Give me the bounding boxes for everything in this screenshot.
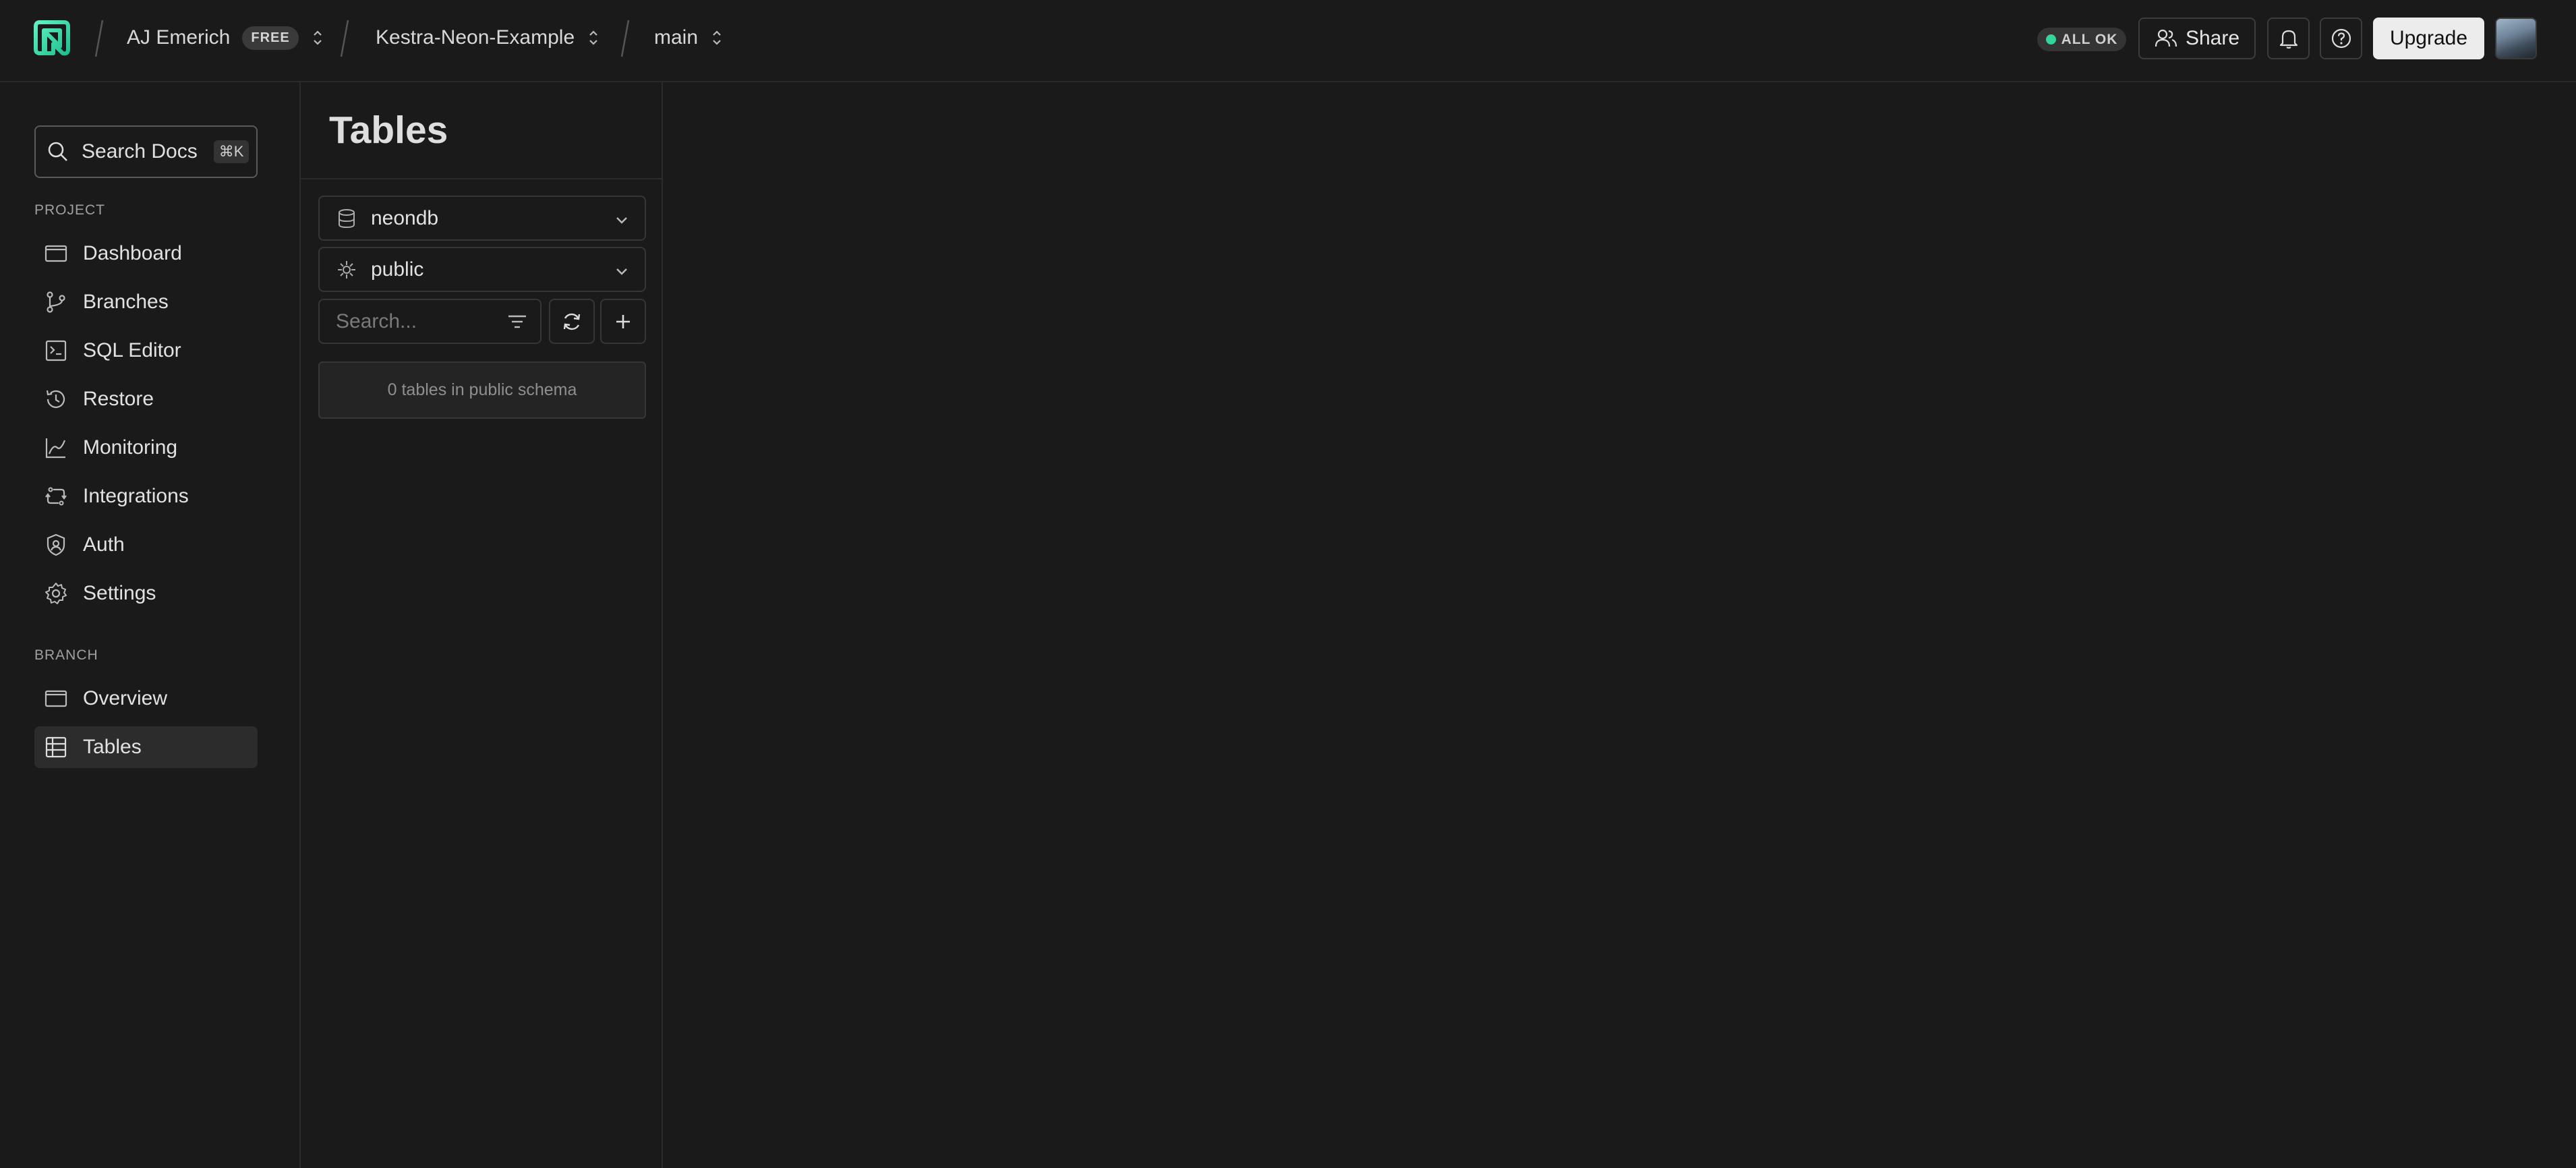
sidebar-item-sql-editor[interactable]: SQL Editor (34, 330, 258, 372)
divider (301, 178, 663, 179)
sidebar-item-label: SQL Editor (83, 339, 181, 361)
chevron-up-down-icon (589, 30, 597, 45)
breadcrumb-separator (340, 20, 349, 57)
branch-switcher[interactable]: main (654, 20, 724, 55)
schema-icon (338, 260, 355, 279)
branches-icon (47, 291, 65, 313)
breadcrumb-separator (620, 20, 630, 57)
tables-icon (45, 736, 67, 758)
status-text: ALL OK (2061, 31, 2118, 47)
org-switcher[interactable]: AJ Emerich FREE (127, 20, 324, 55)
sidebar-item-tables[interactable]: Tables (34, 726, 258, 768)
plan-badge: FREE (242, 26, 299, 50)
schema-value: public (371, 258, 424, 281)
sidebar: Search Docs ⌘K PROJECT Dashboard Branche… (0, 82, 301, 1168)
sidebar-item-restore[interactable]: Restore (34, 378, 258, 420)
sidebar-item-auth[interactable]: Auth (34, 524, 258, 566)
database-value: neondb (371, 206, 439, 229)
auth-icon (47, 533, 65, 556)
search-icon (48, 142, 67, 161)
sidebar-item-dashboard[interactable]: Dashboard (34, 233, 258, 274)
sidebar-item-branches[interactable]: Branches (34, 281, 258, 323)
database-icon (339, 208, 355, 228)
dashboard-icon (45, 245, 67, 262)
shortcut-hint: ⌘K (213, 140, 250, 163)
sidebar-item-label: Integrations (83, 485, 189, 507)
database-select[interactable]: neondb (318, 196, 646, 241)
breadcrumb-separator (94, 20, 104, 57)
project-name: Kestra-Neon-Example (376, 26, 575, 49)
chevron-down-icon (616, 268, 627, 275)
sidebar-item-label: Settings (83, 582, 156, 604)
share-button[interactable]: Share (2138, 18, 2256, 59)
plus-icon (616, 314, 630, 328)
gear-icon (45, 583, 67, 604)
help-circle-icon (2331, 28, 2351, 49)
sidebar-item-label: Restore (83, 388, 154, 410)
search-docs-button[interactable]: Search Docs ⌘K (34, 125, 258, 178)
add-table-button[interactable] (600, 299, 646, 344)
sidebar-item-monitoring[interactable]: Monitoring (34, 427, 258, 469)
sql-editor-icon (45, 340, 67, 361)
project-switcher[interactable]: Kestra-Neon-Example (376, 20, 600, 55)
sidebar-item-overview[interactable]: Overview (34, 678, 258, 720)
status-dot-icon (2045, 34, 2056, 45)
filter-icon[interactable] (507, 312, 527, 331)
page-title: Tables (329, 109, 448, 152)
help-button[interactable] (2320, 18, 2362, 59)
sidebar-item-label: Overview (83, 687, 168, 709)
neon-logo-icon[interactable] (33, 20, 71, 57)
bell-icon (2279, 30, 2297, 49)
overview-icon (45, 690, 67, 707)
upgrade-button[interactable]: Upgrade (2373, 18, 2484, 59)
main-content (663, 82, 2576, 1168)
chevron-up-down-icon (713, 30, 721, 45)
sidebar-item-label: Branches (83, 291, 169, 313)
sidebar-item-label: Monitoring (83, 436, 178, 459)
integrations-icon (45, 487, 67, 506)
restore-icon (46, 390, 65, 408)
section-label-branch: BRANCH (34, 647, 98, 663)
monitoring-icon (45, 438, 66, 459)
empty-state-message: 0 tables in public schema (387, 380, 577, 399)
empty-state: 0 tables in public schema (318, 361, 646, 419)
section-label-project: PROJECT (34, 202, 106, 218)
sidebar-item-integrations[interactable]: Integrations (34, 475, 258, 517)
notifications-button[interactable] (2267, 18, 2310, 59)
status-badge[interactable]: ALL OK (2037, 28, 2126, 51)
search-docs-label: Search Docs (82, 140, 198, 163)
top-bar: AJ Emerich FREE Kestra-Neon-Example main… (0, 0, 2576, 82)
branch-name: main (654, 26, 699, 49)
sidebar-item-label: Auth (83, 533, 125, 556)
users-icon (2155, 29, 2177, 47)
refresh-icon (563, 313, 581, 330)
schema-select[interactable]: public (318, 247, 646, 292)
org-name: AJ Emerich (127, 26, 231, 49)
refresh-button[interactable] (549, 299, 595, 344)
sidebar-item-settings[interactable]: Settings (34, 573, 258, 614)
tables-panel: Tables neondb public Search... 0 tables … (301, 82, 663, 1168)
chevron-down-icon (616, 217, 627, 224)
chevron-up-down-icon (313, 30, 322, 45)
share-label: Share (2185, 27, 2240, 49)
avatar[interactable] (2495, 18, 2537, 59)
sidebar-item-label: Dashboard (83, 242, 182, 264)
sidebar-item-label: Tables (83, 736, 142, 758)
